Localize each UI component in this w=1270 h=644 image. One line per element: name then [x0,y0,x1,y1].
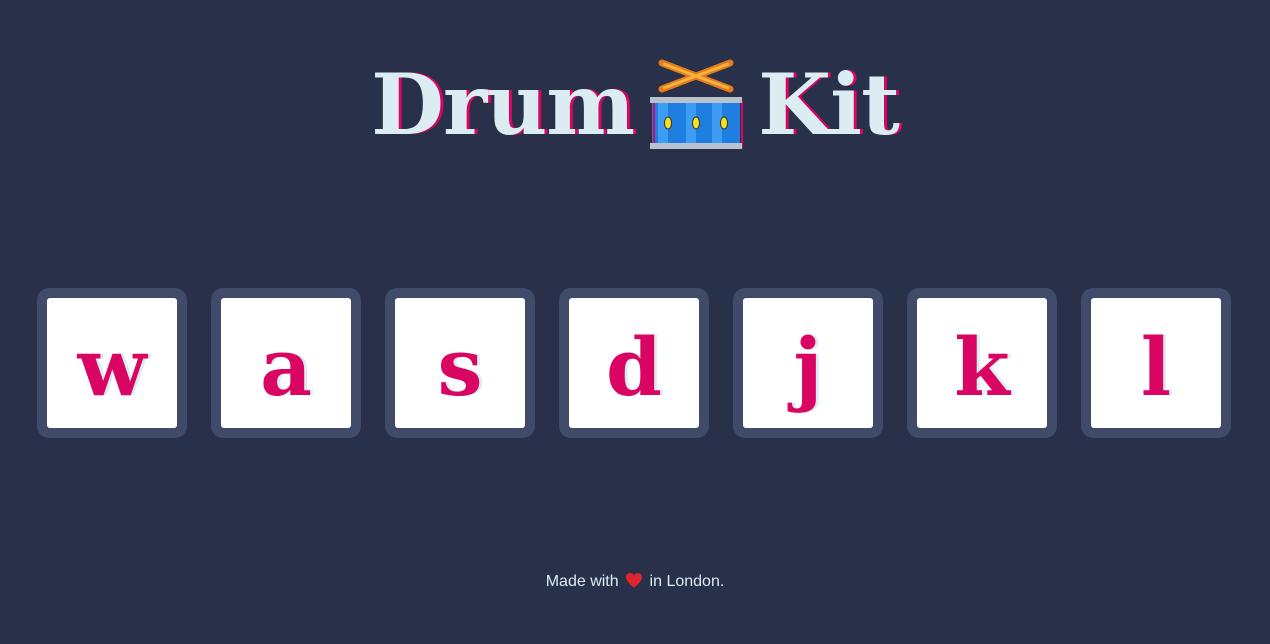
drum-key-face[interactable]: w [47,298,177,428]
footer: Made with in London. [0,572,1270,591]
drum-key-face[interactable]: d [569,298,699,428]
drum-key-j[interactable]: j [733,288,883,438]
drum-key-letter: l [1140,320,1172,414]
page-title: Drum Kit [0,48,1270,155]
title-word-drum: Drum [371,55,635,154]
drum-key-letter: j [793,320,823,414]
drum-key-d[interactable]: d [559,288,709,438]
drum-key-face[interactable]: j [743,298,873,428]
drum-key-face[interactable]: s [395,298,525,428]
drum-key-face[interactable]: k [917,298,1047,428]
drum-key-a[interactable]: a [211,288,361,438]
drum-key-k[interactable]: k [907,288,1057,438]
drum-key-face[interactable]: l [1091,298,1221,428]
drum-key-l[interactable]: l [1081,288,1231,438]
footer-prefix: Made with [545,573,619,590]
drum-key-letter: a [260,320,312,414]
drum-key-letter: d [606,320,662,414]
drum-key-letter: w [77,320,147,414]
drum-key-letter: s [437,320,483,414]
drum-icon [650,59,744,149]
drum-key-face[interactable]: a [221,298,351,428]
drum-key-w[interactable]: w [37,288,187,438]
drum-key-letter: k [954,320,1010,414]
heart-icon [626,573,643,588]
title-word-kit: Kit [758,55,900,154]
drum-keys: w a s d j k l [37,288,1237,438]
footer-suffix: in London. [649,573,725,590]
drum-key-s[interactable]: s [385,288,535,438]
